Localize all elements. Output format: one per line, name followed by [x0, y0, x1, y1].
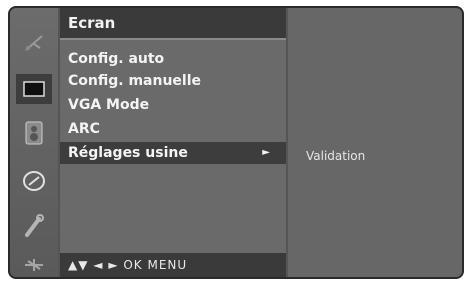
speaker-icon[interactable] — [16, 118, 52, 148]
menu-item-config-manuelle[interactable]: Config. manuelle — [60, 70, 286, 92]
menu-item-vga-mode[interactable]: VGA Mode — [60, 94, 286, 116]
input-icon[interactable] — [16, 250, 52, 277]
menu-item-config-auto[interactable]: Config. auto — [60, 48, 286, 70]
menu-panel: Ecran Config. auto Config. manuelle VGA … — [60, 8, 286, 277]
screen-icon[interactable] — [16, 74, 52, 104]
menu-title: Ecran — [60, 8, 286, 38]
category-icon-bar — [10, 8, 58, 277]
validation-option[interactable]: Validation — [306, 149, 365, 163]
antenna-icon[interactable] — [16, 28, 52, 58]
clock-icon[interactable] — [16, 166, 52, 196]
submenu-arrow-icon: ► — [262, 147, 270, 158]
wrench-icon[interactable] — [16, 211, 52, 241]
menu-item-label: Réglages usine — [68, 145, 188, 161]
menu-item-arc[interactable]: ARC — [60, 118, 286, 140]
submenu-panel: Validation — [288, 8, 462, 277]
menu-item-reglages-usine[interactable]: Réglages usine ► — [60, 142, 286, 164]
navigation-hint: ▲▼ ◄ ► OK MENU — [60, 253, 286, 277]
osd-window: Ecran Config. auto Config. manuelle VGA … — [8, 6, 464, 279]
divider — [60, 38, 286, 40]
